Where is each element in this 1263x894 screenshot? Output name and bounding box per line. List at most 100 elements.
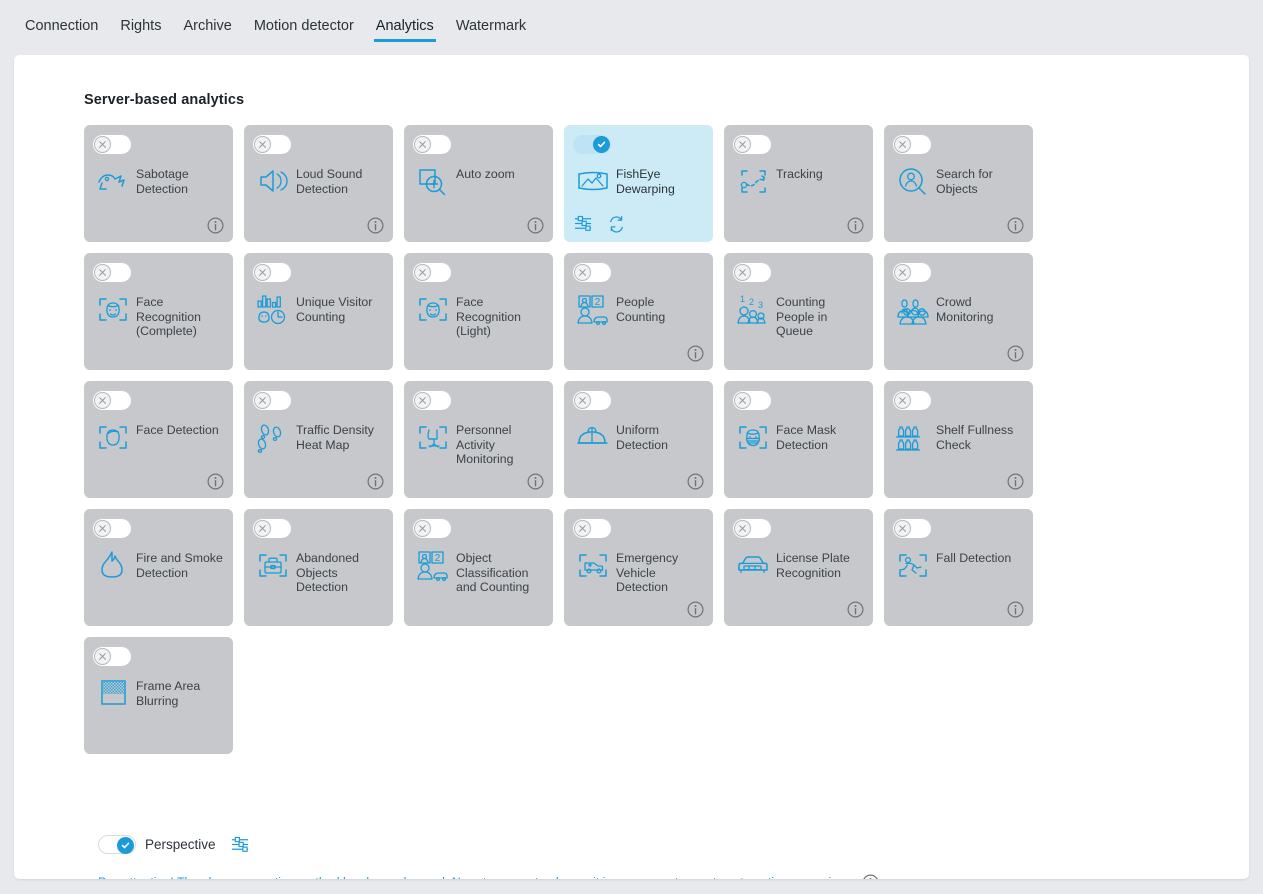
card-label: Crowd Monitoring (936, 295, 994, 324)
info-icon[interactable] (847, 217, 864, 234)
info-icon[interactable] (1007, 217, 1024, 234)
settings-sliders-icon[interactable] (574, 214, 593, 233)
toggle-frame-area-blurring[interactable] (93, 647, 131, 666)
toggle-crowd-monitoring[interactable] (893, 263, 931, 282)
toggle-emergency-vehicle-detection[interactable] (573, 519, 611, 538)
perspective-row: Perspective (98, 835, 250, 854)
toggle-sabotage-detection[interactable] (93, 135, 131, 154)
toggle-search-for-objects[interactable] (893, 135, 931, 154)
card-label: Fire and Smoke Detection (136, 551, 223, 580)
falling-person-frame-icon (890, 543, 936, 587)
info-icon[interactable] (687, 345, 704, 362)
hard-hat-icon (570, 415, 616, 459)
toggle-face-recognition-light[interactable] (413, 263, 451, 282)
analytics-card-abandoned-objects-detection[interactable]: Abandoned Objects Detection (244, 509, 393, 626)
ambulance-frame-icon (570, 543, 616, 587)
analytics-card-face-mask-detection[interactable]: Face Mask Detection (724, 381, 873, 498)
analytics-card-license-plate-recognition[interactable]: License Plate Recognition (724, 509, 873, 626)
analytics-card-tracking[interactable]: Tracking (724, 125, 873, 242)
info-icon[interactable] (207, 217, 224, 234)
info-icon[interactable] (367, 473, 384, 490)
card-label: Personnel Activity Monitoring (456, 423, 514, 467)
settings-sliders-icon[interactable] (231, 835, 250, 854)
close-icon (94, 392, 111, 409)
card-body: Unique Visitor Counting (244, 287, 387, 331)
analytics-card-uniform-detection[interactable]: Uniform Detection (564, 381, 713, 498)
analytics-card-people-counting[interactable]: 2 People Counting (564, 253, 713, 370)
toggle-fall-detection[interactable] (893, 519, 931, 538)
toggle-license-plate-recognition[interactable] (733, 519, 771, 538)
tab-archive[interactable]: Archive (172, 0, 242, 50)
toggle-face-mask-detection[interactable] (733, 391, 771, 410)
tab-rights[interactable]: Rights (109, 0, 172, 50)
card-body: FishEye Dewarping (564, 159, 707, 203)
toggle-counting-people-in-queue[interactable] (733, 263, 771, 282)
toggle-shelf-fullness-check[interactable] (893, 391, 931, 410)
toggle-tracking[interactable] (733, 135, 771, 154)
info-icon[interactable] (527, 217, 544, 234)
analytics-card-emergency-vehicle-detection[interactable]: Emergency Vehicle Detection (564, 509, 713, 626)
perspective-toggle[interactable] (98, 835, 136, 854)
info-icon[interactable] (1007, 473, 1024, 490)
toggle-fisheye-dewarping[interactable] (573, 135, 611, 154)
toggle-abandoned-objects-detection[interactable] (253, 519, 291, 538)
tab-connection[interactable]: Connection (14, 0, 109, 50)
refresh-icon[interactable] (607, 214, 626, 233)
toggle-object-classification-and-counting[interactable] (413, 519, 451, 538)
info-icon[interactable] (687, 601, 704, 618)
info-icon[interactable] (1007, 345, 1024, 362)
toggle-fire-and-smoke-detection[interactable] (93, 519, 131, 538)
toggle-loud-sound-detection[interactable] (253, 135, 291, 154)
toggle-people-counting[interactable] (573, 263, 611, 282)
toggle-uniform-detection[interactable] (573, 391, 611, 410)
close-icon (94, 648, 111, 665)
info-icon[interactable] (527, 473, 544, 490)
analytics-card-face-recognition-complete[interactable]: Face Recognition (Complete) (84, 253, 233, 370)
tracking-path-icon (730, 159, 776, 203)
close-icon (254, 264, 271, 281)
toggle-unique-visitor-counting[interactable] (253, 263, 291, 282)
close-icon (734, 136, 751, 153)
analytics-card-fall-detection[interactable]: Fall Detection (884, 509, 1033, 626)
toggle-auto-zoom[interactable] (413, 135, 451, 154)
toggle-face-detection[interactable] (93, 391, 131, 410)
toggle-traffic-density-heat-map[interactable] (253, 391, 291, 410)
card-label: Face Recognition (Complete) (136, 295, 201, 339)
tab-analytics[interactable]: Analytics (365, 0, 445, 50)
analytics-card-crowd-monitoring[interactable]: Crowd Monitoring (884, 253, 1033, 370)
analytics-card-grid: Sabotage Detection Loud Sound Detection Au… (84, 125, 1109, 754)
face-mask-frame-icon (730, 415, 776, 459)
analytics-card-fire-and-smoke-detection[interactable]: Fire and Smoke Detection (84, 509, 233, 626)
analytics-card-frame-area-blurring[interactable]: Frame Area Blurring (84, 637, 233, 754)
analytics-card-face-recognition-light[interactable]: Face Recognition (Light) (404, 253, 553, 370)
analytics-card-traffic-density-heat-map[interactable]: Traffic Density Heat Map (244, 381, 393, 498)
tab-motion-detector[interactable]: Motion detector (243, 0, 365, 50)
analytics-card-object-classification-and-counting[interactable]: 2 Object Classification and Counting (404, 509, 553, 626)
analytics-card-search-for-objects[interactable]: Search for Objects (884, 125, 1033, 242)
close-icon (574, 520, 591, 537)
analytics-card-counting-people-in-queue[interactable]: 1 2 3 Counting People in Queue (724, 253, 873, 370)
info-icon[interactable] (1007, 601, 1024, 618)
analytics-card-personnel-activity-monitoring[interactable]: Personnel Activity Monitoring (404, 381, 553, 498)
analytics-card-fisheye-dewarping[interactable]: FishEye Dewarping (564, 125, 713, 242)
info-icon[interactable] (207, 473, 224, 490)
info-icon[interactable] (862, 874, 879, 879)
analytics-card-sabotage-detection[interactable]: Sabotage Detection (84, 125, 233, 242)
card-body: Fall Detection (884, 543, 1027, 587)
analytics-card-auto-zoom[interactable]: Auto zoom (404, 125, 553, 242)
car-plate-icon (730, 543, 776, 587)
analytics-card-face-detection[interactable]: Face Detection (84, 381, 233, 498)
zoom-in-frame-icon (410, 159, 456, 203)
info-icon[interactable] (847, 601, 864, 618)
suitcase-frame-icon (250, 543, 296, 587)
flame-icon (90, 543, 136, 587)
analytics-card-loud-sound-detection[interactable]: Loud Sound Detection (244, 125, 393, 242)
analytics-card-unique-visitor-counting[interactable]: Unique Visitor Counting (244, 253, 393, 370)
info-icon[interactable] (687, 473, 704, 490)
toggle-face-recognition-complete[interactable] (93, 263, 131, 282)
info-icon[interactable] (367, 217, 384, 234)
card-body: Fire and Smoke Detection (84, 543, 227, 587)
tab-watermark[interactable]: Watermark (445, 0, 537, 50)
toggle-personnel-activity-monitoring[interactable] (413, 391, 451, 410)
analytics-card-shelf-fullness-check[interactable]: Shelf Fullness Check (884, 381, 1033, 498)
